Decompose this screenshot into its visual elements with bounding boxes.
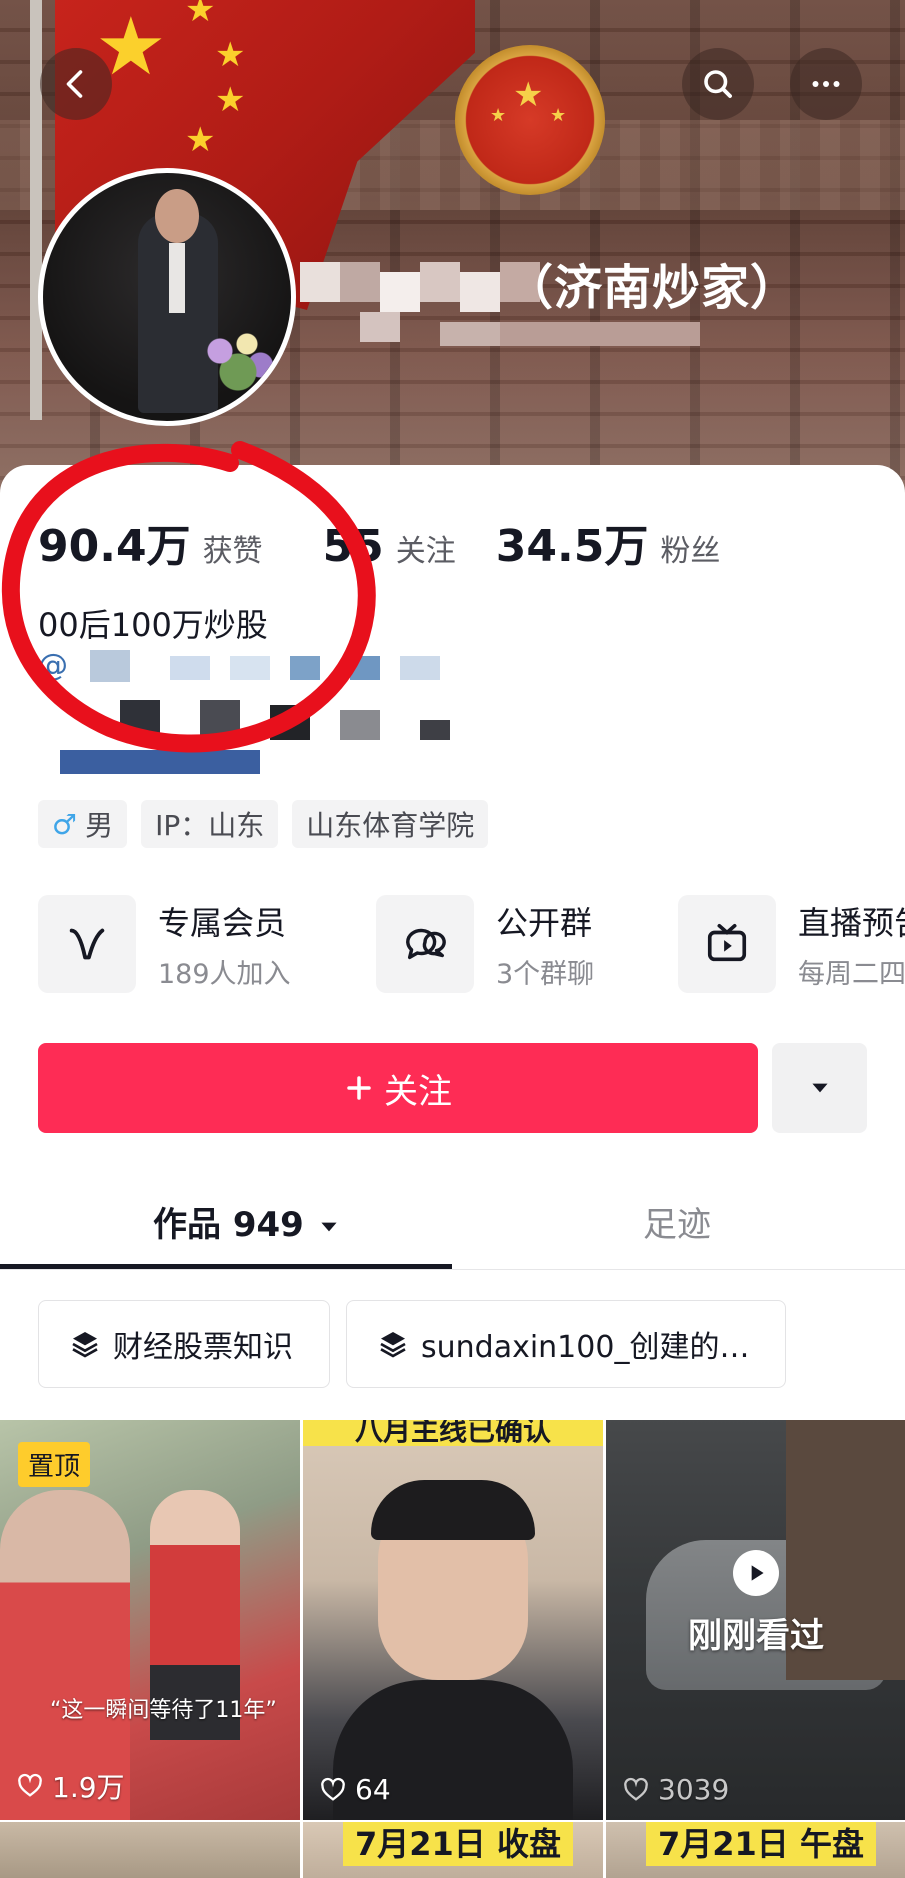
gender-tag: ♂ 男	[38, 800, 128, 848]
video-thumbnail[interactable]: 刚刚看过 3039	[606, 1420, 905, 1820]
mention-link[interactable]: @	[38, 648, 68, 683]
recently-watched-overlay: 刚刚看过	[606, 1550, 905, 1657]
like-count: 3039	[622, 1773, 729, 1806]
feature-row: 专属会员 189人加入 公开群 3个群聊 直播预告 每周二四	[38, 895, 905, 1005]
layers-icon	[72, 1332, 98, 1358]
tag-text: 山东体育学院	[306, 809, 475, 842]
video-banner-text: 7月21日 午盘	[646, 1822, 876, 1866]
mention-prefix: @	[38, 648, 68, 683]
caret-down-icon	[321, 1222, 337, 1231]
feature-title: 直播预告	[798, 903, 905, 942]
tab-label: 足迹	[643, 1205, 711, 1245]
search-button[interactable]	[682, 48, 754, 120]
feature-group-chat[interactable]: 公开群 3个群聊	[376, 895, 594, 993]
video-thumbnail[interactable]	[0, 1822, 300, 1878]
profile-banner: ★ ★ ★ ★ ★ ★ ★ ★ （济南炒家）	[0, 0, 905, 500]
tab-label: 作品 949	[153, 1205, 304, 1245]
chip-label: 财经股票知识	[113, 1330, 293, 1365]
tag-text: IP：山东	[155, 809, 265, 842]
group-chat-icon	[406, 928, 446, 960]
video-banner-text: 7月21日 收盘	[343, 1822, 573, 1866]
collection-chip[interactable]: 财经股票知识	[38, 1300, 330, 1388]
collection-chip[interactable]: sundaxin100_创建的…	[346, 1300, 787, 1388]
tag-text: 男	[85, 809, 114, 842]
video-thumbnail[interactable]: 八月主线已确认 64	[303, 1420, 603, 1820]
content-tabs: 作品 949 足迹	[0, 1175, 905, 1270]
chip-label: sundaxin100_创建的…	[421, 1330, 750, 1365]
ip-tag: IP：山东	[141, 800, 279, 848]
feature-subtitle: 3个群聊	[496, 958, 595, 990]
tv-icon	[707, 923, 747, 962]
video-thumbnail[interactable]: 7月21日 收盘	[303, 1822, 603, 1878]
feature-subtitle: 每周二四	[798, 958, 905, 990]
back-button[interactable]	[40, 48, 112, 120]
plus-icon	[347, 1076, 371, 1100]
national-emblem-image: ★ ★ ★	[455, 45, 605, 195]
stats-row: 90.4万 获赞 55 关注 34.5万 粉丝	[38, 510, 720, 572]
like-count: 1.9万	[16, 1766, 125, 1806]
school-tag[interactable]: 山东体育学院	[292, 800, 489, 848]
video-thumbnail[interactable]: 7月21日 午盘	[606, 1822, 905, 1878]
active-tab-indicator	[0, 1264, 452, 1269]
more-options-button[interactable]	[790, 48, 862, 120]
stat-label: 关注	[395, 534, 456, 569]
stat-followers[interactable]: 34.5万 粉丝	[496, 510, 721, 574]
caret-down-icon	[811, 1083, 828, 1093]
stat-value: 55	[322, 521, 384, 572]
feature-live-schedule[interactable]: 直播预告 每周二四	[678, 895, 905, 993]
more-actions-dropdown[interactable]	[772, 1043, 867, 1133]
stat-likes[interactable]: 90.4万 获赞	[38, 510, 263, 574]
more-dots-icon	[812, 81, 840, 87]
flagpole	[30, 0, 42, 420]
heart-icon	[321, 1777, 345, 1801]
video-caption: “这一瞬间等待了11年”	[50, 1698, 277, 1723]
pinned-badge: 置顶	[18, 1442, 91, 1487]
heart-icon	[18, 1773, 42, 1797]
feature-membership[interactable]: 专属会员 189人加入	[38, 895, 291, 993]
like-count: 64	[319, 1773, 391, 1806]
collection-chips: 财经股票知识 sundaxin100_创建的…	[38, 1300, 787, 1388]
heart-icon	[624, 1777, 648, 1801]
profile-name: （济南炒家）	[505, 260, 800, 316]
layers-icon	[380, 1332, 406, 1358]
tab-works[interactable]: 作品 949	[153, 1197, 342, 1246]
v-membership-icon	[69, 928, 105, 960]
follow-button-label: 关注	[384, 1071, 452, 1112]
bio-text: 00后100万炒股	[38, 606, 268, 644]
stat-label: 粉丝	[660, 534, 721, 569]
search-icon	[704, 70, 732, 98]
feature-subtitle: 189人加入	[158, 958, 291, 990]
stat-label: 获赞	[202, 534, 263, 569]
feature-title: 公开群	[496, 903, 593, 942]
follow-button[interactable]: 关注	[38, 1043, 758, 1133]
back-arrow-icon	[66, 70, 83, 98]
stat-following[interactable]: 55 关注	[323, 521, 456, 572]
stat-value: 34.5万	[495, 521, 649, 572]
tab-footprints[interactable]: 足迹	[643, 1197, 711, 1246]
video-banner-text: 八月主线已确认	[303, 1420, 603, 1446]
profile-tags: ♂ 男 IP：山东 山东体育学院	[38, 800, 489, 848]
male-icon: ♂	[52, 807, 78, 841]
feature-title: 专属会员	[158, 903, 287, 942]
avatar[interactable]	[38, 168, 296, 426]
video-thumbnail[interactable]: 置顶 “这一瞬间等待了11年” 1.9万	[0, 1420, 300, 1820]
play-icon	[733, 1550, 779, 1596]
stat-value: 90.4万	[38, 521, 191, 572]
